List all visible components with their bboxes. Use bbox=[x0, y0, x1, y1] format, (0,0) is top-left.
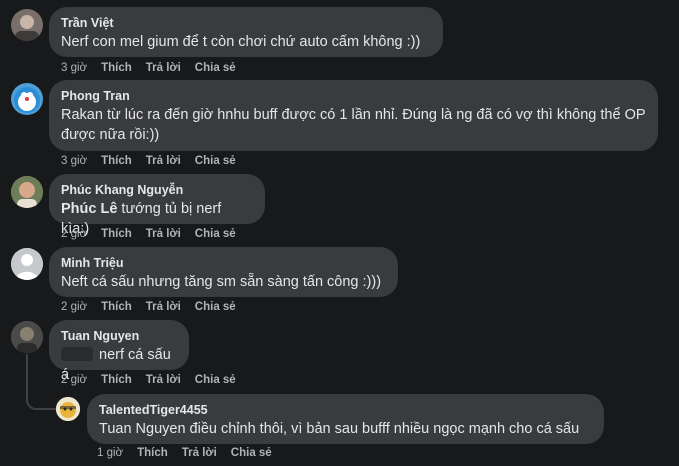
comment-text: Tuan Nguyen điều chỉnh thôi, vì bản sau … bbox=[99, 421, 580, 437]
comment-actions: 2 giờ Thích Trả lời Chia sẻ bbox=[61, 301, 250, 313]
like-button[interactable]: Thích bbox=[101, 374, 132, 386]
reply-button[interactable]: Trả lời bbox=[146, 155, 181, 167]
comment-time[interactable]: 1 giờ bbox=[97, 447, 123, 459]
reply-button[interactable]: Trả lời bbox=[146, 228, 181, 240]
share-button[interactable]: Chia sẻ bbox=[195, 62, 236, 74]
reply-button[interactable]: Trả lời bbox=[146, 374, 181, 386]
avatar[interactable] bbox=[11, 321, 43, 353]
comment-time[interactable]: 3 giờ bbox=[61, 155, 87, 167]
comment-bubble: Tuan Nguyen nerf cá sấu á bbox=[49, 320, 189, 383]
comment-actions: 2 giờ Thích Trả lời Chia sẻ bbox=[61, 374, 250, 386]
commenter-name[interactable]: Tuan Nguyen bbox=[61, 328, 177, 344]
hidden-mention bbox=[61, 347, 93, 361]
comment-text: Rakan từ lúc ra đến giờ hnhu buff được c… bbox=[61, 107, 646, 143]
reply-button[interactable]: Trả lời bbox=[146, 62, 181, 74]
like-button[interactable]: Thích bbox=[101, 228, 132, 240]
share-button[interactable]: Chia sẻ bbox=[231, 447, 272, 459]
doraemon-avatar-icon bbox=[14, 87, 40, 113]
avatar-photo-icon bbox=[11, 176, 43, 208]
like-button[interactable]: Thích bbox=[137, 447, 168, 459]
avatar[interactable] bbox=[11, 9, 43, 41]
comment-bubble: Trần Việt Nerf con mel gium để t còn chơ… bbox=[49, 7, 443, 57]
share-button[interactable]: Chia sẻ bbox=[195, 374, 236, 386]
commenter-name[interactable]: Minh Triệu bbox=[61, 255, 386, 271]
share-button[interactable]: Chia sẻ bbox=[195, 301, 236, 313]
comment-text: Neft cá sấu nhưng tăng sm sẵn sàng tấn c… bbox=[61, 274, 382, 290]
avatar-photo-icon bbox=[11, 321, 43, 353]
reply-button[interactable]: Trả lời bbox=[146, 301, 181, 313]
like-button[interactable]: Thích bbox=[101, 62, 132, 74]
avatar[interactable] bbox=[56, 397, 80, 421]
like-button[interactable]: Thích bbox=[101, 155, 132, 167]
reply-button[interactable]: Trả lời bbox=[182, 447, 217, 459]
avatar-photo-icon bbox=[15, 15, 39, 41]
comment-time[interactable]: 2 giờ bbox=[61, 374, 87, 386]
comment-text: Nerf con mel gium để t còn chơi chứ auto… bbox=[61, 34, 421, 50]
share-button[interactable]: Chia sẻ bbox=[195, 155, 236, 167]
mention-link[interactable]: Phúc Lê bbox=[61, 201, 117, 217]
commenter-name[interactable]: Phong Tran bbox=[61, 88, 646, 104]
comment-actions: 3 giờ Thích Trả lời Chia sẻ bbox=[61, 62, 250, 74]
comment-bubble: Phong Tran Rakan từ lúc ra đến giờ hnhu … bbox=[49, 80, 658, 151]
comment-actions: 1 giờ Thích Trả lời Chia sẻ bbox=[97, 447, 286, 459]
comment-actions: 2 giờ Thích Trả lời Chia sẻ bbox=[61, 228, 250, 240]
share-button[interactable]: Chia sẻ bbox=[195, 228, 236, 240]
avatar[interactable] bbox=[11, 176, 43, 208]
commenter-name[interactable]: TalentedTiger4455 bbox=[99, 402, 592, 418]
tiger-avatar-icon bbox=[56, 397, 80, 421]
like-button[interactable]: Thích bbox=[101, 301, 132, 313]
comment-actions: 3 giờ Thích Trả lời Chia sẻ bbox=[61, 155, 250, 167]
comment-time[interactable]: 2 giờ bbox=[61, 301, 87, 313]
avatar[interactable] bbox=[11, 248, 43, 280]
comment-bubble: Minh Triệu Neft cá sấu nhưng tăng sm sẵn… bbox=[49, 247, 398, 297]
comment-bubble: Phúc Khang Nguyễn Phúc Lê tướng tủ bị ne… bbox=[49, 174, 265, 237]
comment-time[interactable]: 3 giờ bbox=[61, 62, 87, 74]
avatar[interactable] bbox=[11, 83, 43, 115]
default-user-icon bbox=[11, 248, 43, 280]
commenter-name[interactable]: Trần Việt bbox=[61, 15, 431, 31]
commenter-name[interactable]: Phúc Khang Nguyễn bbox=[61, 182, 253, 198]
comment-time[interactable]: 2 giờ bbox=[61, 228, 87, 240]
reply-bubble: TalentedTiger4455 Tuan Nguyen điều chỉnh… bbox=[87, 394, 604, 444]
